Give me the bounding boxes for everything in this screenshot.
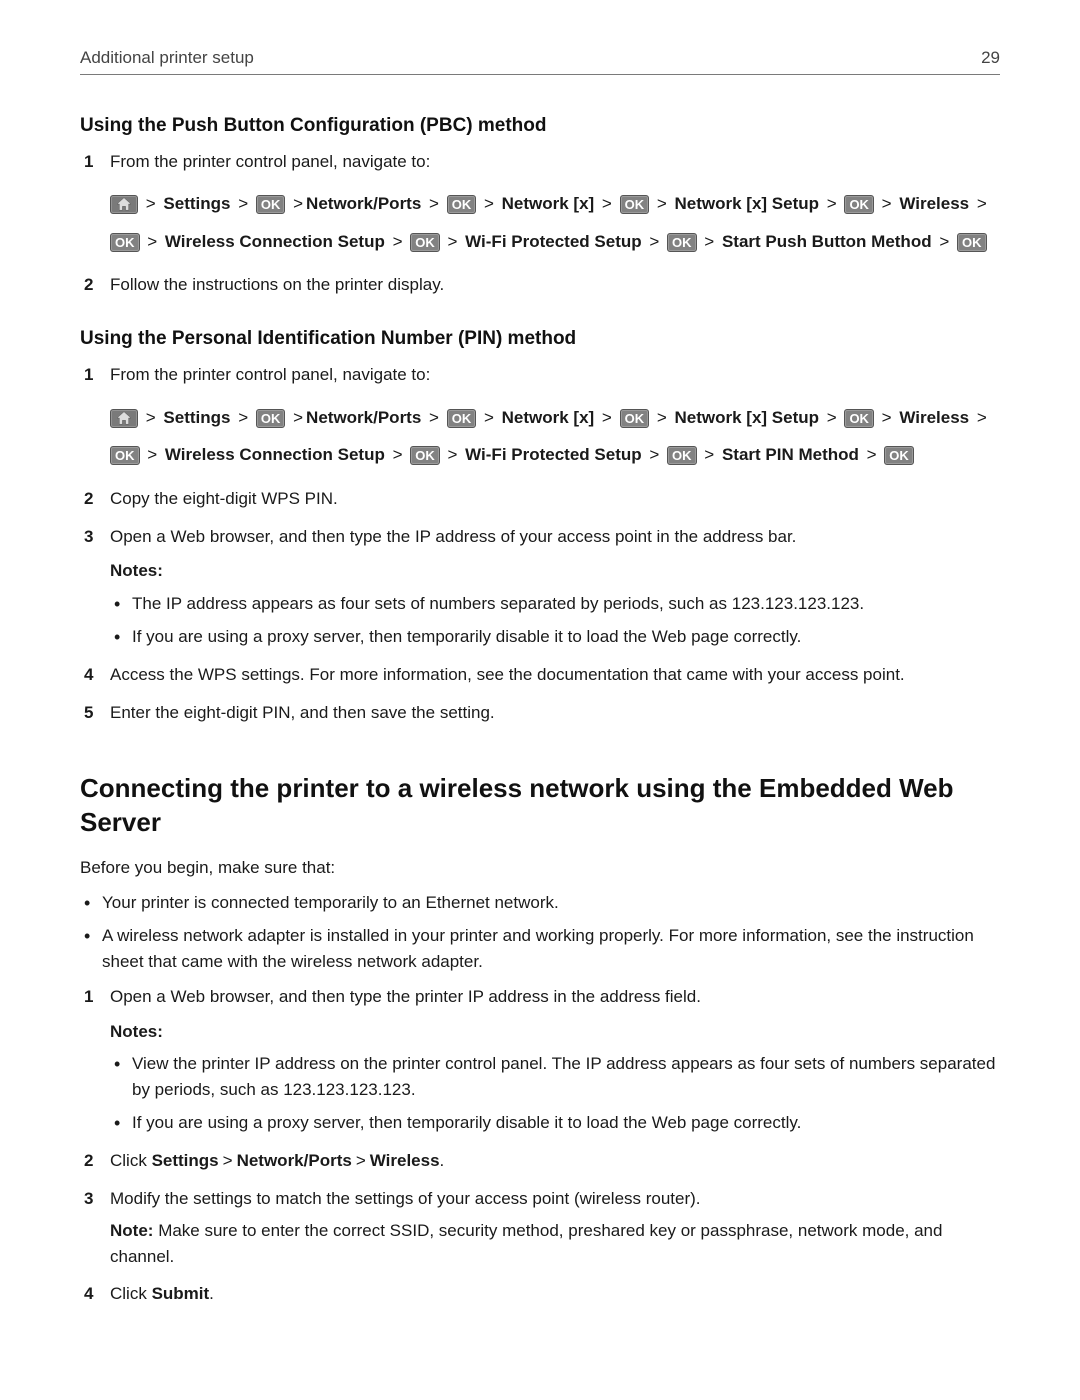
ok-icon: OK xyxy=(110,233,140,252)
ok-icon: OK xyxy=(110,446,140,465)
nav-network-x: Network [x] xyxy=(502,408,595,427)
nav-settings: Settings xyxy=(163,408,230,427)
ews-step-4: Click Submit. xyxy=(80,1281,1000,1307)
ews-pre-list: Your printer is connected temporarily to… xyxy=(80,890,1000,975)
ok-icon: OK xyxy=(410,233,440,252)
click-settings: Settings xyxy=(152,1151,219,1170)
header-title: Additional printer setup xyxy=(80,48,254,68)
ok-icon: OK xyxy=(667,446,697,465)
pin-step-1: From the printer control panel, navigate… xyxy=(80,362,1000,473)
pbc-step1-text: From the printer control panel, navigate… xyxy=(110,152,430,171)
nav-wireless: Wireless xyxy=(899,408,969,427)
nav-wireless: Wireless xyxy=(899,194,969,213)
ews-step3-note: Note: Make sure to enter the correct SSI… xyxy=(110,1218,1000,1269)
nav-start-pin: Start PIN Method xyxy=(722,445,859,464)
ews-pre-2: A wireless network adapter is installed … xyxy=(80,923,1000,974)
nav-network-x: Network [x] xyxy=(502,194,595,213)
notes-label: Notes: xyxy=(110,1019,1000,1045)
nav-start-push: Start Push Button Method xyxy=(722,232,932,251)
ok-icon: OK xyxy=(447,195,477,214)
ok-icon: OK xyxy=(884,446,914,465)
ews-notes-list: View the printer IP address on the print… xyxy=(110,1051,1000,1136)
ews-pre-1: Your printer is connected temporarily to… xyxy=(80,890,1000,916)
ok-icon: OK xyxy=(844,195,874,214)
page-number: 29 xyxy=(981,48,1000,68)
document-page: Additional printer setup 29 Using the Pu… xyxy=(0,0,1080,1400)
pin-note-2: If you are using a proxy server, then te… xyxy=(110,624,1000,650)
ews-step2-prefix: Click xyxy=(110,1151,152,1170)
ok-icon: OK xyxy=(256,195,286,214)
ews-heading: Connecting the printer to a wireless net… xyxy=(80,772,1000,840)
pbc-steps: From the printer control panel, navigate… xyxy=(80,149,1000,298)
nav-network-x-setup: Network [x] Setup xyxy=(675,194,820,213)
click-network-ports: Network/Ports xyxy=(237,1151,352,1170)
home-icon xyxy=(110,409,138,428)
pin-step-3: Open a Web browser, and then type the IP… xyxy=(80,524,1000,650)
nav-network-ports: Network/Ports xyxy=(306,408,421,427)
ews-step-2: Click Settings>Network/Ports>Wireless. xyxy=(80,1148,1000,1174)
click-submit: Submit xyxy=(152,1284,210,1303)
ews-note-2: If you are using a proxy server, then te… xyxy=(110,1110,1000,1136)
pin-step-4: Access the WPS settings. For more inform… xyxy=(80,662,1000,688)
ews-step3-text: Modify the settings to match the setting… xyxy=(110,1189,701,1208)
pbc-heading: Using the Push Button Configuration (PBC… xyxy=(80,115,1000,137)
page-header: Additional printer setup 29 xyxy=(80,48,1000,75)
nav-wireless-conn-setup: Wireless Connection Setup xyxy=(165,445,385,464)
pin-steps: From the printer control panel, navigate… xyxy=(80,362,1000,726)
ews-step4-prefix: Click xyxy=(110,1284,152,1303)
ok-icon: OK xyxy=(256,409,286,428)
pin-step1-text: From the printer control panel, navigate… xyxy=(110,365,430,384)
click-wireless: Wireless xyxy=(370,1151,440,1170)
ok-icon: OK xyxy=(447,409,477,428)
ok-icon: OK xyxy=(844,409,874,428)
ews-steps: Open a Web browser, and then type the pr… xyxy=(80,984,1000,1307)
ews-step3-note-text: Make sure to enter the correct SSID, sec… xyxy=(110,1221,942,1266)
nav-network-ports: Network/Ports xyxy=(306,194,421,213)
pin-notes-list: The IP address appears as four sets of n… xyxy=(110,591,1000,650)
ews-step-3: Modify the settings to match the setting… xyxy=(80,1186,1000,1269)
ews-step4-suffix: . xyxy=(209,1284,214,1303)
note-label-inline: Note: xyxy=(110,1221,153,1240)
pin-heading: Using the Personal Identification Number… xyxy=(80,328,1000,350)
nav-wps: Wi-Fi Protected Setup xyxy=(465,232,641,251)
nav-network-x-setup: Network [x] Setup xyxy=(675,408,820,427)
pbc-step-2: Follow the instructions on the printer d… xyxy=(80,272,1000,298)
pin-nav-path: > Settings > OK >Network/Ports > OK > Ne… xyxy=(110,399,1000,474)
home-icon xyxy=(110,195,138,214)
ok-icon: OK xyxy=(957,233,987,252)
nav-wps: Wi-Fi Protected Setup xyxy=(465,445,641,464)
pbc-step-1: From the printer control panel, navigate… xyxy=(80,149,1000,260)
notes-label: Notes: xyxy=(110,558,1000,584)
nav-wireless-conn-setup: Wireless Connection Setup xyxy=(165,232,385,251)
ews-step-1: Open a Web browser, and then type the pr… xyxy=(80,984,1000,1135)
ews-step1-text: Open a Web browser, and then type the pr… xyxy=(110,987,701,1006)
pin-step-5: Enter the eight-digit PIN, and then save… xyxy=(80,700,1000,726)
pin-step3-text: Open a Web browser, and then type the IP… xyxy=(110,527,796,546)
ews-intro: Before you begin, make sure that: xyxy=(80,858,1000,878)
ews-note-1: View the printer IP address on the print… xyxy=(110,1051,1000,1102)
pin-note-1: The IP address appears as four sets of n… xyxy=(110,591,1000,617)
ok-icon: OK xyxy=(620,409,650,428)
pin-step-2: Copy the eight-digit WPS PIN. xyxy=(80,486,1000,512)
ok-icon: OK xyxy=(620,195,650,214)
ok-icon: OK xyxy=(410,446,440,465)
ok-icon: OK xyxy=(667,233,697,252)
pbc-nav-path: > Settings > OK >Network/Ports > OK > Ne… xyxy=(110,185,1000,260)
nav-settings: Settings xyxy=(163,194,230,213)
